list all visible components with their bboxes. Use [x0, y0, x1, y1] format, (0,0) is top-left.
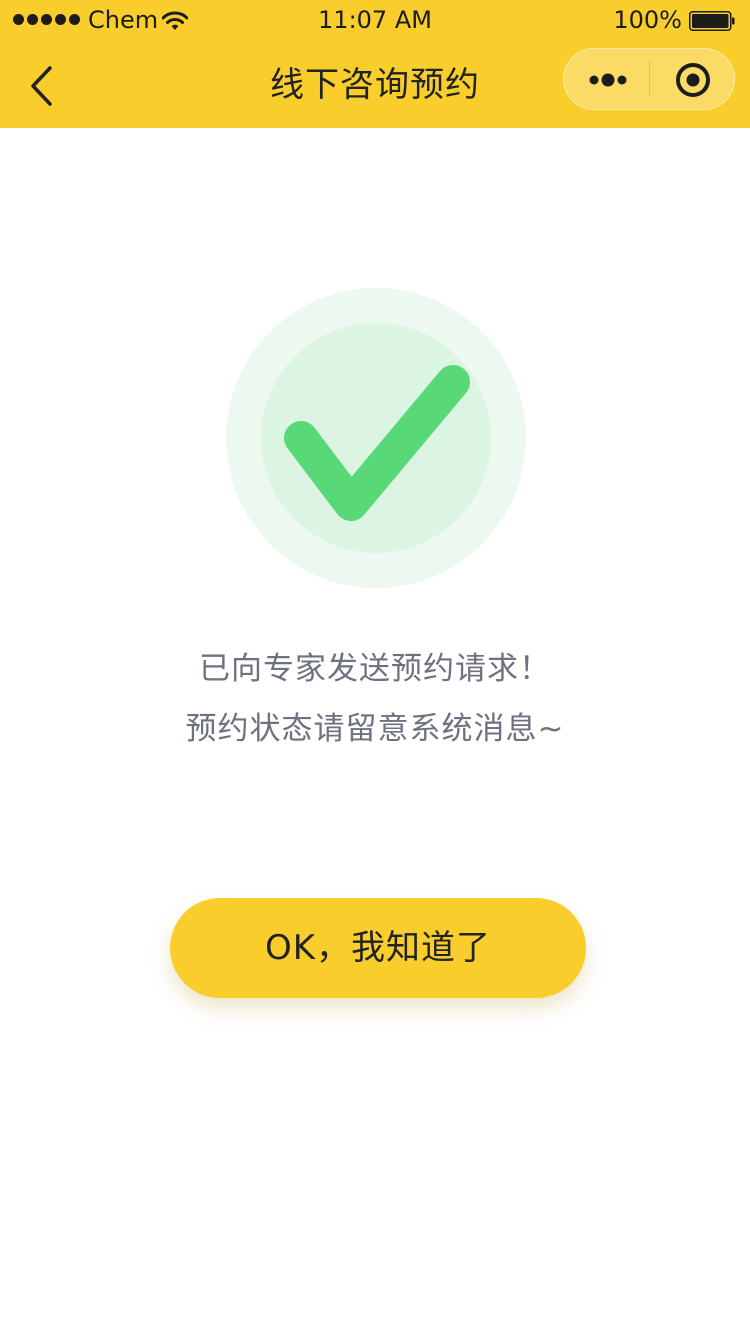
app-header: Chem 11:07 AM 100% 线下咨询预约	[0, 0, 750, 128]
status-hint-message: 预约状态请留意系统消息~	[185, 711, 565, 747]
target-close-icon[interactable]	[650, 49, 734, 109]
status-bar: Chem 11:07 AM 100%	[0, 0, 750, 40]
ok-button[interactable]: OK，我知道了	[170, 898, 586, 998]
success-message: 已向专家发送预约请求！	[199, 651, 551, 687]
mini-program-capsule	[563, 48, 735, 110]
battery-percent: 100%	[613, 6, 682, 34]
battery-icon	[689, 11, 735, 31]
more-dots-icon[interactable]	[564, 49, 650, 109]
success-check-icon	[226, 288, 526, 588]
